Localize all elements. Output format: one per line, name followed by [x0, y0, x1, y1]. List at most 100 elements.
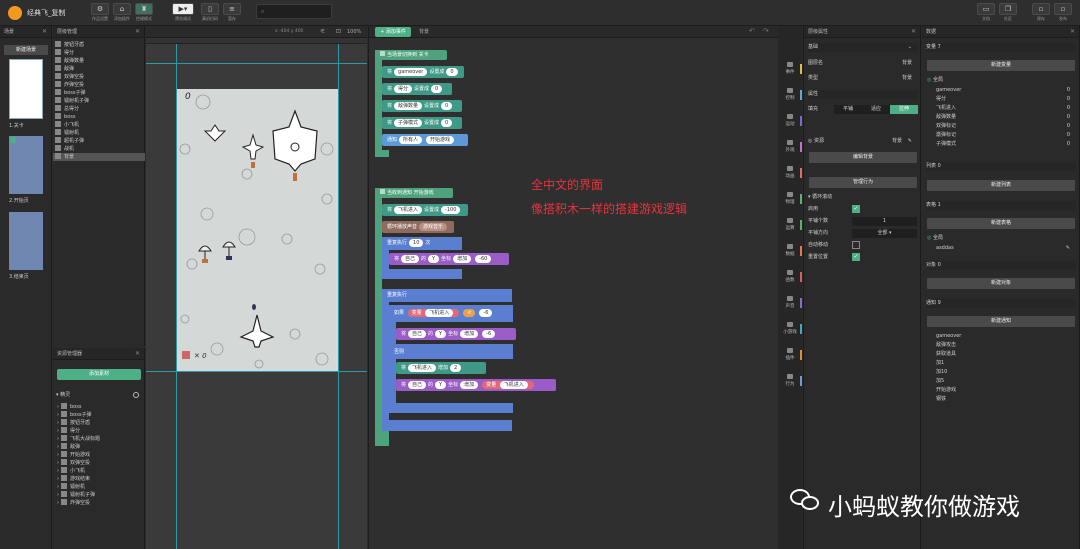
asset-item[interactable]: › 得分 — [53, 427, 145, 435]
new-list-button[interactable]: 新建列表 — [927, 180, 1075, 191]
move-block-c7[interactable]: 将自己的 Y 坐标 增加 -6 — [396, 328, 516, 340]
asset-item[interactable]: › 镭射机 — [53, 483, 145, 491]
variable-row[interactable]: 双弹标记 0 — [936, 122, 1076, 131]
b3-val[interactable]: 0 — [441, 102, 453, 110]
b1-val[interactable]: 0 — [446, 68, 458, 76]
new-notify-button[interactable]: 新建通知 — [927, 316, 1075, 327]
notify-section[interactable]: 通知 9 — [926, 299, 1076, 308]
layer-item[interactable]: 战机 — [53, 145, 145, 153]
new-scene-button[interactable]: 新建场景 — [4, 45, 48, 55]
resource-value[interactable]: 背景 — [892, 137, 902, 146]
layer-item[interactable]: 镭射机 — [53, 129, 145, 137]
close-icon[interactable]: ✕ — [1070, 26, 1075, 38]
b3-var[interactable]: 敌弹数量 — [394, 102, 423, 110]
c4-op[interactable]: 增加 — [453, 255, 472, 263]
c4-val[interactable]: -60 — [475, 255, 492, 263]
new-table-button[interactable]: 新建表格 — [927, 218, 1075, 229]
name-value[interactable]: 背景 — [902, 59, 912, 68]
category-11[interactable]: 小游戏 — [778, 322, 802, 342]
variable-row[interactable]: 飞机进入 0 — [936, 104, 1076, 113]
c7-axis[interactable]: Y — [435, 330, 447, 338]
move-block-c10[interactable]: 将自己的 Y 坐标 增加 变量 飞机进入 — [396, 379, 556, 391]
basic-section[interactable]: 基础 ⌄ — [808, 43, 918, 52]
var-scope[interactable]: ◎ 全局 — [927, 76, 1075, 85]
category-7[interactable]: 运算 — [778, 218, 802, 238]
category-1[interactable]: 事件 — [778, 62, 802, 82]
notify-item[interactable]: 获取道具 — [936, 350, 1076, 359]
category-2[interactable]: 控制 — [778, 88, 802, 108]
fill-tile[interactable]: 平铺 — [834, 105, 862, 114]
publish-icon[interactable]: ▫ — [1054, 3, 1072, 15]
dir-select[interactable]: 全部 ▾ — [852, 229, 917, 238]
doc-icon[interactable]: ▭ — [977, 3, 995, 15]
set-block-c1[interactable]: 将飞机进入 设置成 -100 — [382, 204, 468, 216]
manage-behavior-button[interactable]: 管理行为 — [809, 177, 917, 188]
layer-item[interactable]: 背景 — [53, 153, 145, 161]
new-variable-button[interactable]: 新建变量 — [927, 60, 1075, 71]
asset-item[interactable]: › 双弹空投 — [53, 459, 145, 467]
c10-var-reporter[interactable]: 变量 飞机进入 — [482, 381, 534, 389]
c1-var[interactable]: 飞机进入 — [394, 206, 423, 214]
move-block-c4[interactable]: 将自己的 Y 坐标 增加 -60 — [389, 253, 509, 265]
layer-item[interactable]: 敌弹 — [53, 65, 145, 73]
layer-item[interactable]: 总得分 — [53, 105, 145, 113]
notify-item[interactable]: 钢铁 — [936, 395, 1076, 404]
script-editor[interactable]: + 添加事件 背景 ↶ ↷ 当场景切换到 关卡 将 gameover 设置成 0 将得… — [368, 26, 779, 549]
asset-group[interactable]: ▾ 精灵 — [56, 391, 70, 399]
asset-item[interactable]: › 按钮牙盾 — [53, 419, 145, 427]
layer-item[interactable]: 敌弹数量 — [53, 57, 145, 65]
event1-hat[interactable]: 当场景切换到 关卡 — [375, 50, 447, 60]
sound-block[interactable]: 循环播放声音 游戏音乐 — [382, 221, 454, 233]
notify-block[interactable]: 通知 所有人 开始游戏 — [382, 134, 468, 146]
search-input[interactable]: ⌕ — [256, 4, 332, 19]
category-8[interactable]: 数据 — [778, 244, 802, 264]
phone-icon[interactable]: ▯ — [201, 3, 219, 15]
lists-section[interactable]: 列表 0 — [926, 162, 1076, 171]
c1-val[interactable]: -100 — [441, 206, 461, 214]
notify-item[interactable]: 加1 — [936, 359, 1076, 368]
refresh-icon[interactable] — [133, 392, 139, 398]
layer-item[interactable]: 按钮牙盾 — [53, 41, 145, 49]
redo-icon[interactable]: ↷ — [763, 27, 769, 35]
forever-head[interactable]: 重复执行 — [382, 289, 442, 301]
category-6[interactable]: 物理 — [778, 192, 802, 212]
reset-checkbox[interactable]: ✓ — [852, 253, 860, 261]
asset-item[interactable]: › 敌弹 — [53, 443, 145, 451]
community-icon[interactable]: ❐ — [999, 3, 1017, 15]
asset-item[interactable]: › boss子弹 — [53, 411, 145, 419]
b5-target[interactable]: 所有人 — [399, 136, 423, 144]
event2-hat[interactable]: 当收到通知 开始游戏 — [375, 188, 453, 198]
variable-row[interactable]: 得分 0 — [936, 95, 1076, 104]
fit-icon[interactable]: ⊡ — [336, 28, 341, 35]
c6-cond[interactable]: 变量 飞机进入 — [407, 309, 460, 317]
c7-val[interactable]: -6 — [482, 330, 496, 338]
category-13[interactable]: 行为 — [778, 374, 802, 394]
tiles-input[interactable]: 1 — [852, 217, 917, 226]
layer-item[interactable]: boss子弹 — [53, 89, 145, 97]
c10-axis[interactable]: Y — [435, 381, 447, 389]
settings-button[interactable]: ⚙ — [91, 3, 109, 15]
c6-var[interactable]: 飞机进入 — [425, 309, 454, 317]
variable-row[interactable]: 子弹模式 0 — [936, 140, 1076, 149]
c7-op[interactable]: 增加 — [460, 330, 479, 338]
asset-item[interactable]: › 开始游戏 — [53, 451, 145, 459]
category-12[interactable]: 插件 — [778, 348, 802, 368]
close-icon[interactable]: ✕ — [42, 26, 47, 38]
layer-item[interactable]: boss — [53, 113, 145, 121]
layer-item[interactable]: 双弹空投 — [53, 73, 145, 81]
asset-item[interactable]: › boss — [53, 403, 145, 411]
scene-thumb-3[interactable] — [9, 212, 43, 270]
category-4[interactable]: 外观 — [778, 140, 802, 160]
c9-var[interactable]: 飞机进入 — [408, 364, 437, 372]
asset-item[interactable]: › 小飞机 — [53, 467, 145, 475]
new-object-button[interactable]: 新建对象 — [927, 278, 1075, 289]
table-item[interactable]: asddas ✎ — [936, 244, 1076, 253]
category-10[interactable]: 声音 — [778, 296, 802, 316]
c7-obj[interactable]: 自己 — [408, 330, 427, 338]
b1-var[interactable]: gameover — [394, 68, 428, 76]
list-icon[interactable]: ≡ — [223, 3, 241, 15]
enable-checkbox[interactable]: ✓ — [852, 205, 860, 213]
b4-var[interactable]: 子弹模式 — [394, 119, 423, 127]
c6-op[interactable]: < — [463, 309, 476, 317]
set-block-4[interactable]: 将子弹模式 设置成 0 — [382, 117, 462, 129]
